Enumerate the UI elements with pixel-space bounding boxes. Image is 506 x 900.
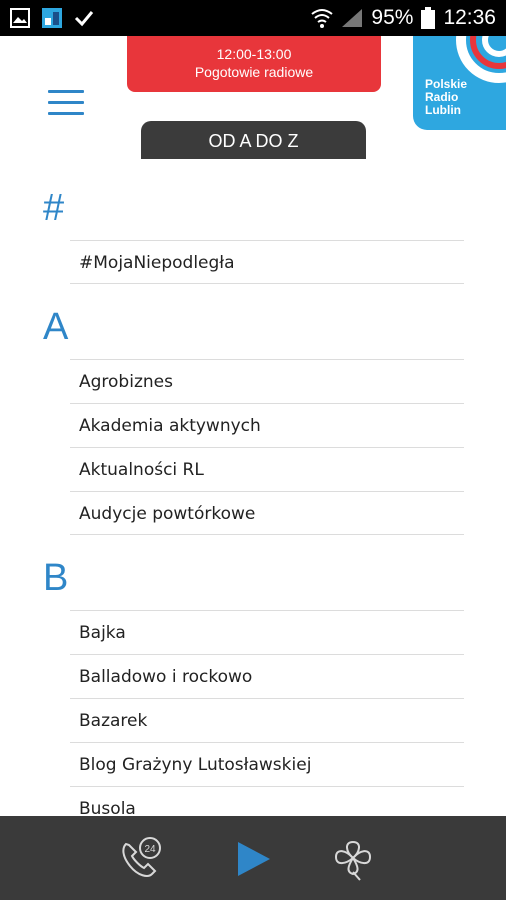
check-icon (74, 11, 94, 27)
phone-24-icon[interactable]: 24 (118, 836, 164, 882)
clover-icon[interactable] (330, 836, 376, 882)
now-playing-title: Pogotowie radiowe (194, 64, 314, 80)
list-item[interactable]: #MojaNiepodległa (70, 240, 464, 284)
section-letter: A (43, 306, 69, 348)
battery-percent: 95% (371, 6, 414, 29)
logo-text: Polskie Radio Lublin (425, 77, 468, 117)
wifi-icon (311, 9, 334, 28)
status-bar: 95% 12:36 (0, 0, 506, 36)
battery-icon (421, 7, 436, 29)
menu-icon[interactable] (48, 90, 84, 116)
list-item[interactable]: Audycje powtórkowe (70, 491, 464, 535)
image-icon (10, 8, 30, 28)
app-icon (42, 8, 62, 28)
tab-a-to-z[interactable]: OD A DO Z (141, 121, 366, 159)
svg-text:24: 24 (144, 844, 156, 855)
list-item[interactable]: Akademia aktywnych (70, 403, 464, 447)
section-letter: # (43, 187, 65, 229)
play-icon[interactable] (230, 836, 276, 882)
list-item[interactable]: Balladowo i rockowo (70, 654, 464, 698)
now-playing-time: 12:00-13:00 (216, 46, 292, 62)
section-letter: B (43, 557, 69, 599)
clock: 12:36 (443, 6, 496, 29)
list-item[interactable]: Aktualności RL (70, 447, 464, 491)
logo[interactable]: Polskie Radio Lublin (413, 36, 506, 130)
list-item[interactable]: Blog Grażyny Lutosławskiej (70, 742, 464, 786)
programs-list: # #MojaNiepodległa A Agrobiznes Akademia… (0, 176, 506, 830)
list-item[interactable]: Bazarek (70, 698, 464, 742)
player-bar: 24 (0, 816, 506, 900)
list-item[interactable]: Agrobiznes (70, 359, 464, 403)
list-item[interactable]: Bajka (70, 610, 464, 654)
now-playing-banner[interactable]: 12:00-13:00 Pogotowie radiowe (127, 36, 381, 92)
signal-icon (342, 9, 363, 27)
